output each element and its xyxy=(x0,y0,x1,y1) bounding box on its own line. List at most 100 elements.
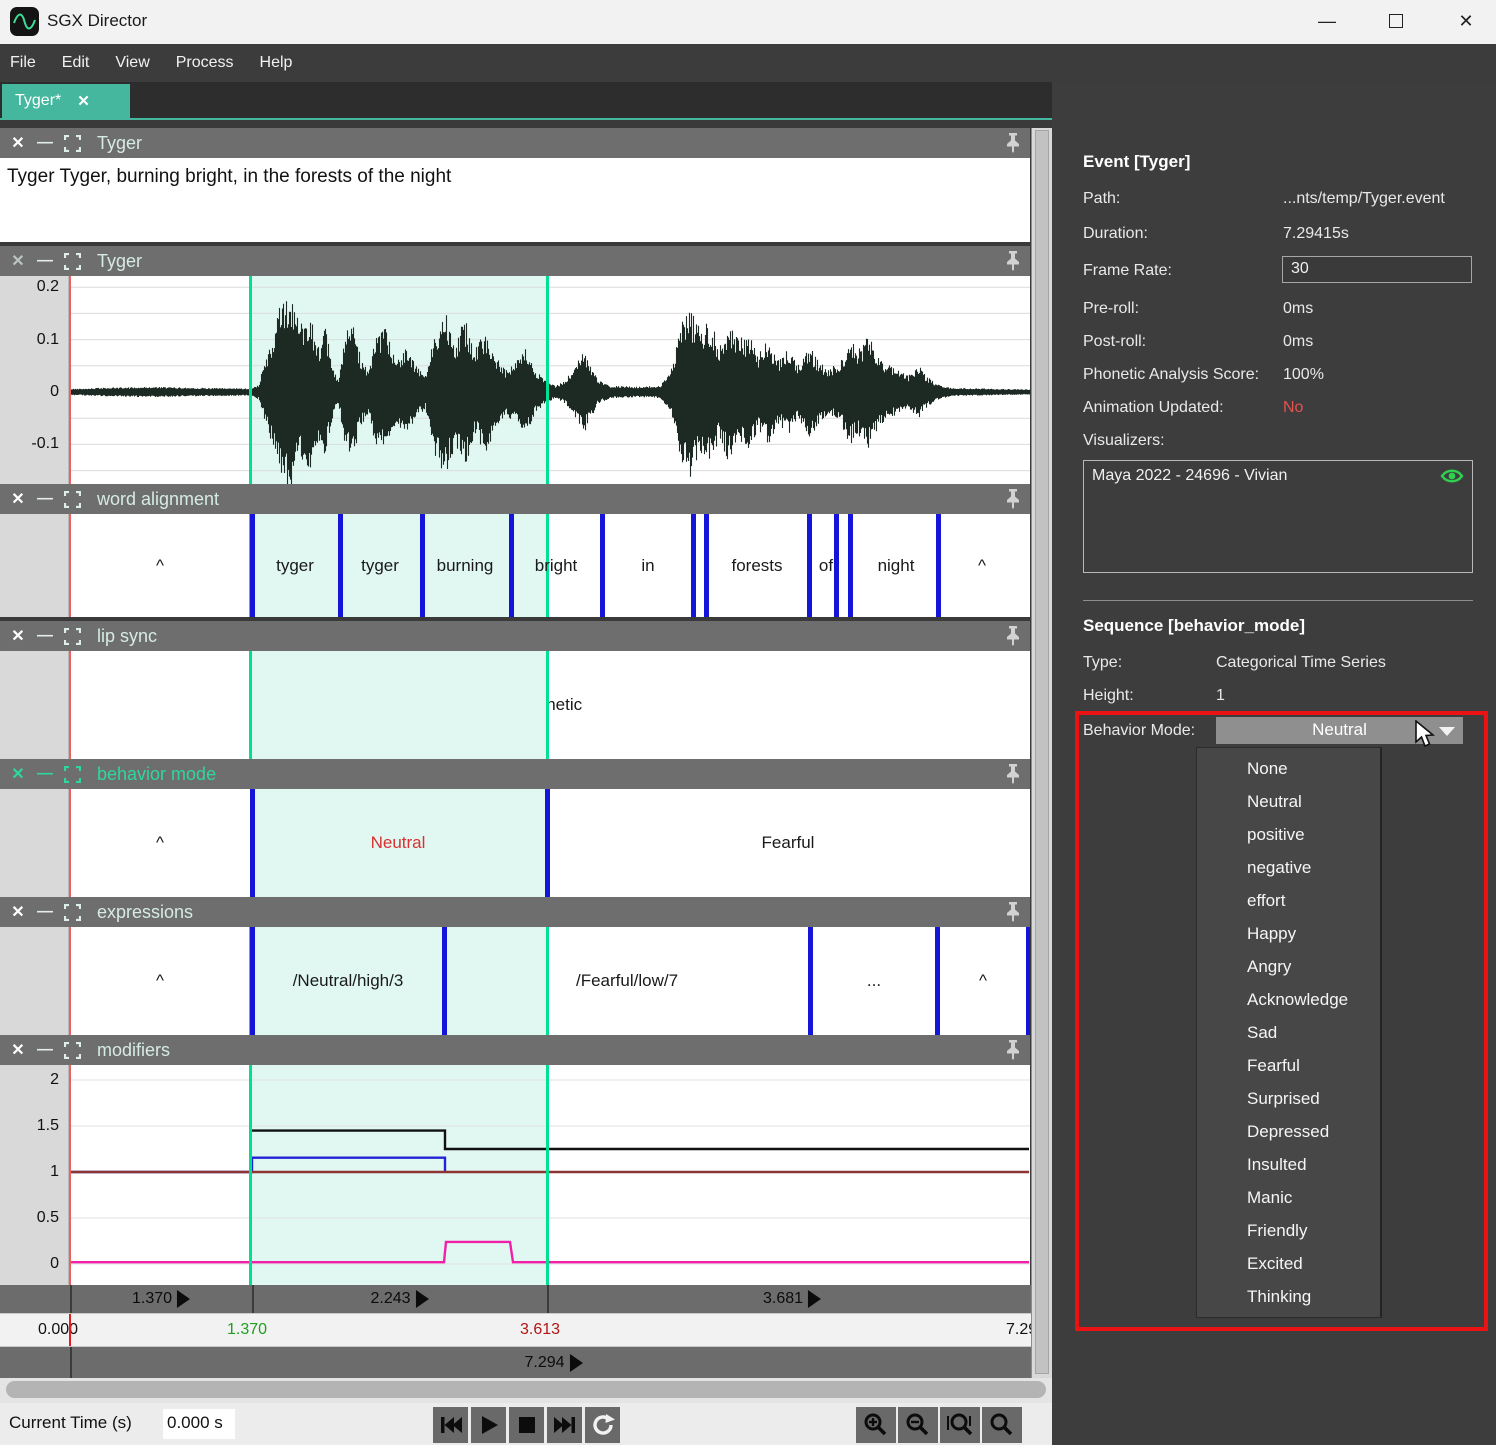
selection-end-marker[interactable] xyxy=(546,276,549,484)
pin-icon[interactable] xyxy=(1004,763,1022,790)
track-body-waveform[interactable]: 0.20.10-0.1 xyxy=(0,276,1030,484)
dropdown-option-thinking[interactable]: Thinking xyxy=(1197,1280,1380,1313)
playhead-line[interactable] xyxy=(69,514,71,617)
pin-icon[interactable] xyxy=(1004,1039,1022,1066)
stop-button[interactable] xyxy=(509,1407,544,1443)
segment-boundary[interactable] xyxy=(1026,927,1030,1035)
playhead-line[interactable] xyxy=(69,789,71,897)
track-header-expressions[interactable]: ✕ — expressions xyxy=(0,897,1030,927)
track-header-behavior-mode[interactable]: ✕ — behavior mode xyxy=(0,759,1030,789)
skip-to-end-button[interactable] xyxy=(547,1407,582,1443)
track-expand-icon[interactable] xyxy=(63,628,81,645)
track-minimize-icon[interactable]: — xyxy=(36,1041,54,1059)
dropdown-option-angry[interactable]: Angry xyxy=(1197,950,1380,983)
timeline-segment-label[interactable]: 3.681 xyxy=(763,1290,821,1308)
track-minimize-icon[interactable]: — xyxy=(36,903,54,921)
play-button[interactable] xyxy=(471,1407,506,1443)
track-body-expressions[interactable]: ^/Neutral/high/3/Fearful/low/7...^ xyxy=(0,927,1030,1035)
segment-boundary[interactable] xyxy=(936,514,941,617)
vertical-scrollbar[interactable] xyxy=(1031,128,1052,1378)
selection-start-marker[interactable] xyxy=(249,651,252,759)
close-button[interactable]: ✕ xyxy=(1443,0,1489,42)
track-close-icon[interactable]: ✕ xyxy=(9,1040,27,1060)
track-header-word-alignment[interactable]: ✕ — word alignment xyxy=(0,484,1030,514)
segment-boundary[interactable] xyxy=(250,927,255,1035)
ruler-playhead[interactable] xyxy=(69,1314,71,1346)
visibility-eye-icon[interactable] xyxy=(1440,467,1464,490)
dropdown-option-negative[interactable]: negative xyxy=(1197,851,1380,884)
segment-boundary[interactable] xyxy=(420,514,425,617)
horizontal-scrollbar-thumb[interactable] xyxy=(6,1381,1046,1398)
track-close-icon[interactable]: ✕ xyxy=(9,626,27,646)
horizontal-scrollbar[interactable] xyxy=(0,1378,1052,1403)
zoom-in-button[interactable] xyxy=(856,1407,896,1443)
maximize-button[interactable] xyxy=(1373,0,1419,42)
current-time-input[interactable]: 0.000 s xyxy=(163,1409,235,1439)
selection-end-marker[interactable] xyxy=(546,927,549,1035)
timeline-ruler[interactable]: 0.0001.3703.6137.294 xyxy=(0,1313,1052,1347)
segment-boundary[interactable] xyxy=(509,514,514,617)
track-header-modifiers[interactable]: ✕ — modifiers xyxy=(0,1035,1030,1065)
dropdown-option-positive[interactable]: positive xyxy=(1197,818,1380,851)
segment-boundary[interactable] xyxy=(848,514,853,617)
track-header-lip-sync[interactable]: ✕ — lip sync xyxy=(0,621,1030,651)
segment-boundary[interactable] xyxy=(250,789,255,897)
timeline-segment-label[interactable]: 1.370 xyxy=(132,1290,190,1308)
track-body-lip-sync[interactable]: phonetic xyxy=(0,651,1030,759)
track-header-waveform[interactable]: ✕ — Tyger xyxy=(0,246,1030,276)
track-header-text[interactable]: ✕ — Tyger xyxy=(0,128,1030,158)
playhead-line[interactable] xyxy=(69,276,71,484)
pin-icon[interactable] xyxy=(1004,625,1022,652)
dropdown-option-manic[interactable]: Manic xyxy=(1197,1181,1380,1214)
track-body-behavior-mode[interactable]: ^NeutralFearful xyxy=(0,789,1030,897)
menu-edit[interactable]: Edit xyxy=(62,54,90,72)
track-body-text[interactable]: Tyger Tyger, burning bright, in the fore… xyxy=(0,158,1030,242)
pin-icon[interactable] xyxy=(1004,488,1022,515)
menu-process[interactable]: Process xyxy=(176,54,234,72)
dropdown-option-acknowledge[interactable]: Acknowledge xyxy=(1197,983,1380,1016)
timeline-segment-label[interactable]: 2.243 xyxy=(370,1290,428,1308)
visualizers-list[interactable]: Maya 2022 - 24696 - Vivian xyxy=(1083,460,1473,573)
track-close-icon[interactable]: ✕ xyxy=(9,133,27,153)
segment-boundary[interactable] xyxy=(807,514,812,617)
track-body-word-alignment[interactable]: ^tygertygerburningbrightinforestsofnight… xyxy=(0,514,1030,617)
track-close-icon[interactable]: ✕ xyxy=(9,251,27,271)
selection-start-marker[interactable] xyxy=(249,276,252,484)
play-segment-icon[interactable] xyxy=(570,1354,583,1372)
play-segment-icon[interactable] xyxy=(808,1290,821,1308)
segment-boundary[interactable] xyxy=(545,789,550,897)
playhead-line[interactable] xyxy=(69,927,71,1035)
dropdown-option-fearful[interactable]: Fearful xyxy=(1197,1049,1380,1082)
play-segment-icon[interactable] xyxy=(177,1290,190,1308)
dropdown-option-insulted[interactable]: Insulted xyxy=(1197,1148,1380,1181)
segment-boundary[interactable] xyxy=(935,927,940,1035)
track-expand-icon[interactable] xyxy=(63,904,81,921)
frame-rate-input[interactable]: 30 xyxy=(1282,256,1472,283)
track-expand-icon[interactable] xyxy=(63,1042,81,1059)
track-close-icon[interactable]: ✕ xyxy=(9,764,27,784)
zoom-fit-button[interactable] xyxy=(982,1407,1022,1443)
pin-icon[interactable] xyxy=(1004,132,1022,159)
playhead-line[interactable] xyxy=(69,1065,71,1285)
dropdown-option-none[interactable]: None xyxy=(1197,752,1380,785)
dropdown-option-sad[interactable]: Sad xyxy=(1197,1016,1380,1049)
pin-icon[interactable] xyxy=(1004,250,1022,277)
track-expand-icon[interactable] xyxy=(63,253,81,270)
track-minimize-icon[interactable]: — xyxy=(36,490,54,508)
track-minimize-icon[interactable]: — xyxy=(36,252,54,270)
track-minimize-icon[interactable]: — xyxy=(36,627,54,645)
vertical-scrollbar-thumb[interactable] xyxy=(1035,130,1049,1374)
selection-end-marker[interactable] xyxy=(546,1065,549,1285)
tab-close-icon[interactable]: ✕ xyxy=(77,92,90,110)
dropdown-option-surprised[interactable]: Surprised xyxy=(1197,1082,1380,1115)
menu-file[interactable]: File xyxy=(10,54,36,72)
zoom-selection-button[interactable] xyxy=(940,1407,980,1443)
dropdown-option-happy[interactable]: Happy xyxy=(1197,917,1380,950)
segment-boundary[interactable] xyxy=(704,514,709,617)
dropdown-option-effort[interactable]: effort xyxy=(1197,884,1380,917)
segment-boundary[interactable] xyxy=(250,514,255,617)
segment-boundary[interactable] xyxy=(600,514,605,617)
modifiers-plot[interactable] xyxy=(69,1065,1030,1285)
track-expand-icon[interactable] xyxy=(63,135,81,152)
pin-icon[interactable] xyxy=(1004,901,1022,928)
